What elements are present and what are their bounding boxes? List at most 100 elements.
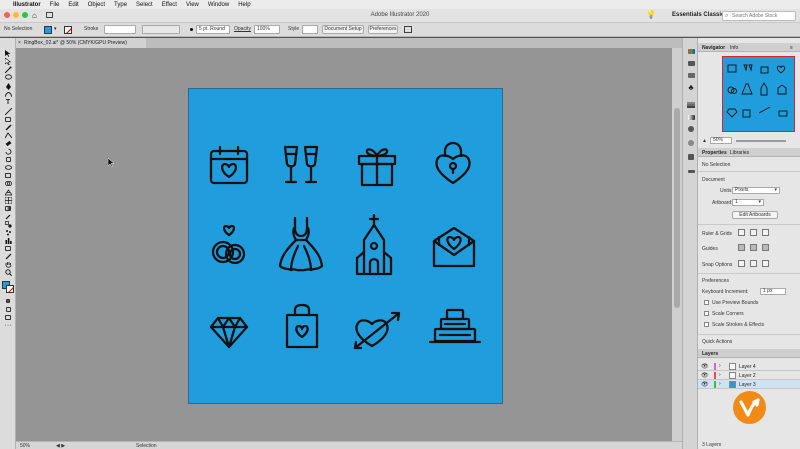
lightbulb-icon[interactable]: 💡: [646, 10, 656, 19]
artboard-tool-icon[interactable]: [4, 245, 12, 251]
chapel-icon[interactable]: [354, 214, 394, 276]
snap-to-grid-toggle[interactable]: [750, 260, 757, 267]
document-setup-button[interactable]: Document Setup: [322, 25, 364, 34]
fill-dropdown-icon[interactable]: ▾: [54, 26, 57, 32]
snap-to-pixel-toggle[interactable]: [762, 260, 769, 267]
nav-zoom-out-icon[interactable]: ▲: [702, 138, 707, 144]
artboard-dropdown[interactable]: 1 ▾: [732, 199, 764, 206]
gradient-panel-icon[interactable]: [687, 114, 695, 120]
perspective-grid-tool-icon[interactable]: [4, 188, 12, 195]
rectangle-tool-icon[interactable]: [4, 116, 12, 122]
keyboard-increment-field[interactable]: 1 px: [760, 288, 786, 295]
fill-stroke-swatches[interactable]: [2, 281, 14, 293]
stroke-label[interactable]: Stroke: [84, 26, 98, 32]
nav-zoom-field[interactable]: 50%: [710, 137, 732, 144]
tab-libraries[interactable]: Libraries: [730, 150, 749, 156]
visibility-eye-icon[interactable]: 👁: [701, 381, 709, 388]
vertical-scrollbar[interactable]: [672, 48, 682, 441]
layer-row[interactable]: 👁 › Layer 2: [698, 371, 800, 380]
preferences-button[interactable]: Preferences: [368, 25, 398, 34]
stroke-weight-field[interactable]: [104, 25, 136, 34]
layer-row[interactable]: 👁 › Layer 3: [698, 380, 800, 389]
document-tab[interactable]: × RingBox_02.ai* @ 50% (CMYK/GPU Preview…: [16, 38, 146, 48]
menu-effect[interactable]: Effect: [162, 2, 177, 8]
brush-definition-dropdown[interactable]: 5 pt. Round: [196, 25, 230, 34]
menu-file[interactable]: File: [50, 2, 60, 8]
layers-panel-icon[interactable]: [687, 168, 695, 174]
units-dropdown[interactable]: Pixels ▾: [732, 187, 780, 194]
color-guide-icon[interactable]: [687, 60, 695, 66]
color-mode-icon[interactable]: [4, 298, 12, 304]
eyedropper-tool-icon[interactable]: [4, 213, 12, 219]
show-guides-toggle[interactable]: [738, 244, 745, 251]
width-tool-icon[interactable]: [4, 164, 12, 170]
use-preview-bounds-checkbox[interactable]: [704, 300, 709, 305]
transparency-grid-toggle[interactable]: [762, 229, 769, 236]
graphic-style-picker[interactable]: [302, 25, 318, 34]
wedding-cake-icon[interactable]: [428, 306, 482, 348]
menu-window[interactable]: Window: [208, 2, 229, 8]
calendar-heart-icon[interactable]: [208, 145, 250, 187]
workspace-switcher[interactable]: Essentials Classic: [672, 12, 724, 18]
stroke-panel-icon[interactable]: [687, 102, 695, 108]
menu-type[interactable]: Type: [114, 2, 127, 8]
shaper-tool-icon[interactable]: [4, 131, 12, 138]
layer-name[interactable]: Layer 4: [739, 364, 756, 370]
layer-name[interactable]: Layer 3: [739, 382, 756, 388]
rings-icon[interactable]: [208, 222, 250, 268]
hand-tool-icon[interactable]: [4, 261, 12, 268]
gift-box-icon[interactable]: [356, 145, 398, 187]
visibility-eye-icon[interactable]: 👁: [701, 372, 709, 379]
gradient-tool-icon[interactable]: [4, 205, 12, 211]
champagne-glasses-icon[interactable]: [280, 144, 322, 186]
expand-arrow-icon[interactable]: ›: [719, 381, 721, 387]
menu-app[interactable]: Illustrator: [13, 2, 41, 8]
graphic-styles-panel-icon[interactable]: [687, 154, 695, 160]
color-panel-icon[interactable]: [687, 48, 695, 54]
zoom-tool-icon[interactable]: [4, 268, 12, 276]
direct-selection-tool-icon[interactable]: [4, 57, 12, 65]
tab-layers[interactable]: Layers: [702, 351, 718, 357]
opacity-field[interactable]: 100%: [254, 25, 280, 34]
opacity-label[interactable]: Opacity: [234, 26, 251, 32]
wedding-dress-icon[interactable]: [276, 216, 326, 274]
blend-tool-icon[interactable]: [4, 220, 12, 228]
diamond-icon[interactable]: [208, 314, 250, 350]
swatches-panel-icon[interactable]: [687, 72, 695, 78]
panel-menu-icon[interactable]: ≡: [790, 45, 793, 51]
scroll-thumb[interactable]: [674, 108, 680, 308]
symbol-sprayer-tool-icon[interactable]: [4, 229, 12, 235]
menu-object[interactable]: Object: [88, 2, 105, 8]
scale-strokes-checkbox[interactable]: [704, 322, 709, 327]
visibility-eye-icon[interactable]: 👁: [701, 363, 709, 370]
transparency-panel-icon[interactable]: [687, 126, 695, 132]
edit-toolbar-icon[interactable]: ···: [4, 322, 12, 329]
magic-wand-tool-icon[interactable]: [4, 66, 12, 73]
heart-padlock-icon[interactable]: [432, 140, 474, 186]
heart-arrow-icon[interactable]: [352, 310, 402, 352]
tab-info[interactable]: Info: [730, 45, 738, 51]
eraser-tool-icon[interactable]: [4, 140, 12, 146]
variable-width-profile[interactable]: [142, 25, 180, 34]
layer-name[interactable]: Layer 2: [739, 373, 756, 379]
menu-select[interactable]: Select: [136, 2, 153, 8]
edit-artboards-button[interactable]: Edit Artboards: [732, 211, 778, 219]
lasso-tool-icon[interactable]: [4, 73, 12, 80]
selection-tool-icon[interactable]: [4, 49, 12, 57]
navigator-thumbnail[interactable]: [722, 56, 795, 132]
tab-navigator[interactable]: Navigator: [702, 45, 725, 51]
artboard-navigation[interactable]: ◀ ▶: [56, 443, 65, 449]
lock-guides-toggle[interactable]: [750, 244, 757, 251]
stroke-swatch[interactable]: [64, 26, 72, 34]
curvature-tool-icon[interactable]: [4, 91, 12, 97]
menu-help[interactable]: Help: [238, 2, 250, 8]
menu-edit[interactable]: Edit: [68, 2, 78, 8]
layer-row[interactable]: 👁 › Layer 4: [698, 362, 800, 371]
column-graph-tool-icon[interactable]: [4, 237, 12, 244]
type-tool-icon[interactable]: T: [4, 99, 12, 106]
stock-search-input[interactable]: ⌕ Search Adobe Stock: [722, 11, 796, 21]
shape-builder-tool-icon[interactable]: [4, 180, 12, 186]
stroke-color-swatch[interactable]: [6, 285, 14, 293]
paintbrush-tool-icon[interactable]: [4, 124, 12, 130]
smart-guides-toggle[interactable]: [762, 244, 769, 251]
